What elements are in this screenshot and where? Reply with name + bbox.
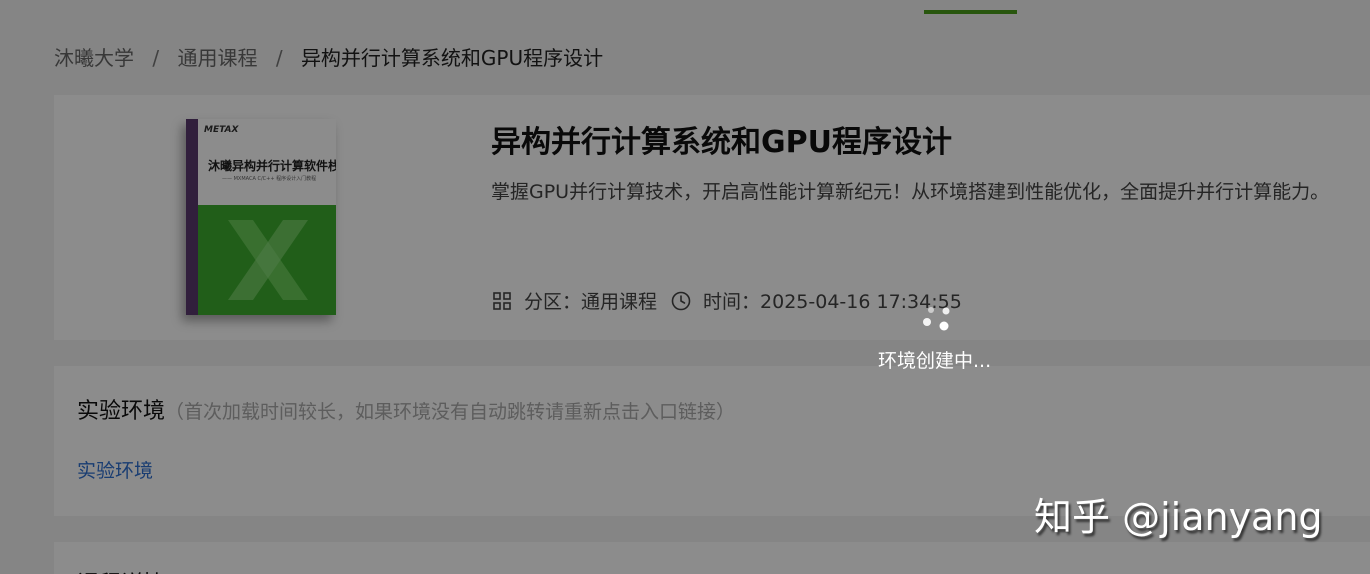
loading-overlay: 环境创建中... 知乎 @jianyang (0, 0, 1370, 574)
loading-text: 环境创建中... (878, 350, 992, 372)
loading-spinner-icon (923, 307, 950, 331)
course-page: 沐曦大学 / 通用课程 / 异构并行计算系统和GPU程序设计 METAX 沐曦异… (0, 0, 1370, 574)
watermark: 知乎 @jianyang (1034, 495, 1323, 539)
